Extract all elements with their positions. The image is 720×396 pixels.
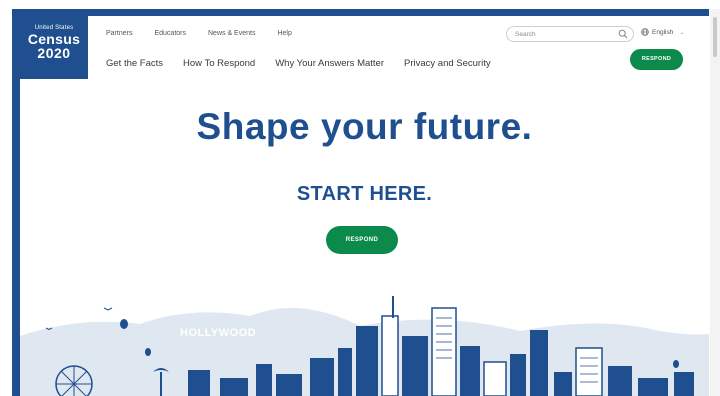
util-link-news-events[interactable]: News & Events	[208, 30, 255, 37]
building	[276, 374, 302, 396]
census-page: United States Census 2020 Partners Educa…	[20, 16, 709, 396]
chevron-down-icon: ⌄	[679, 29, 685, 36]
search-box[interactable]	[506, 26, 634, 42]
building	[483, 361, 507, 396]
util-link-partners[interactable]: Partners	[106, 30, 132, 37]
language-label: English	[652, 28, 674, 36]
building	[220, 378, 248, 396]
city-skyline-illustration: HOLLYWOOD	[20, 296, 709, 396]
nav-why-answers-matter[interactable]: Why Your Answers Matter	[275, 58, 384, 69]
hot-air-balloon-icon	[120, 319, 128, 329]
building	[510, 354, 526, 396]
building	[338, 348, 352, 396]
hero-subtitle: START HERE.	[296, 183, 433, 205]
nav-get-the-facts[interactable]: Get the Facts	[106, 58, 163, 69]
building	[554, 372, 572, 396]
building	[188, 370, 210, 396]
nav-how-to-respond[interactable]: How To Respond	[183, 58, 255, 69]
scrollbar-thumb[interactable]	[713, 17, 717, 57]
search-input[interactable]	[515, 29, 611, 39]
hot-air-balloon-icon	[145, 348, 151, 356]
bird-icon	[103, 307, 113, 311]
nav-privacy-security[interactable]: Privacy and Security	[404, 58, 491, 69]
building	[402, 336, 428, 396]
hero-title: Shape your future.	[196, 106, 533, 147]
header-respond-button[interactable]: RESPOND	[630, 49, 683, 70]
hot-air-balloon-icon	[673, 360, 679, 368]
building	[608, 366, 632, 396]
language-selector[interactable]: English ⌄	[641, 28, 684, 36]
building	[310, 358, 334, 396]
logo-line-3: 2020	[37, 45, 71, 61]
building	[638, 378, 668, 396]
building	[674, 372, 694, 396]
building	[356, 326, 378, 396]
util-link-educators[interactable]: Educators	[154, 30, 186, 37]
hollywood-sign: HOLLYWOOD	[180, 327, 256, 339]
building	[381, 315, 399, 396]
main-nav: Get the Facts How To Respond Why Your An…	[106, 58, 511, 69]
building	[256, 364, 272, 396]
building	[575, 347, 603, 396]
search-icon[interactable]	[618, 29, 628, 39]
census-logo[interactable]: United States Census 2020	[20, 16, 88, 79]
building	[530, 330, 548, 396]
hero-respond-button[interactable]: RESPOND	[326, 226, 398, 254]
globe-icon	[641, 28, 649, 36]
building	[431, 307, 457, 396]
building	[460, 346, 480, 396]
scrollbar[interactable]	[710, 9, 720, 396]
building	[392, 296, 394, 318]
utility-nav: Partners Educators News & Events Help	[106, 30, 314, 37]
util-link-help[interactable]: Help	[277, 30, 291, 37]
